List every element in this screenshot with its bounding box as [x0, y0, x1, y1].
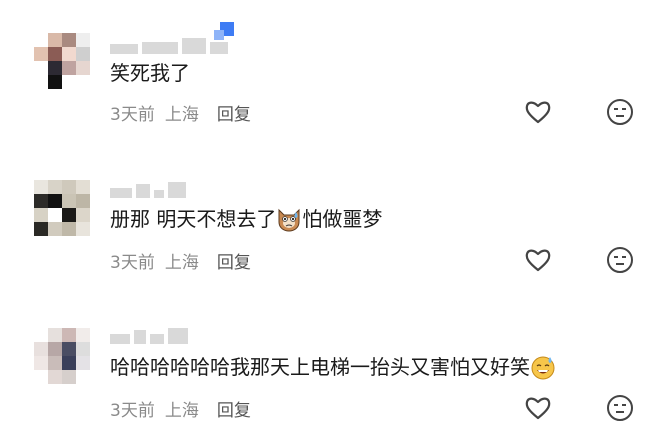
avatar-pixel	[34, 33, 48, 47]
avatar-pixel	[62, 328, 76, 342]
comment-text: 哈哈哈哈哈哈我那天上电梯一抬头又害怕又好笑	[110, 354, 556, 380]
avatar-pixel	[62, 342, 76, 356]
avatar-pixel	[34, 194, 48, 208]
avatar-pixel	[48, 342, 62, 356]
avatar-pixel	[48, 194, 62, 208]
avatar-pixel	[62, 194, 76, 208]
avatar-pixel	[76, 370, 90, 384]
avatar-pixel	[48, 180, 62, 194]
username-redacted[interactable]	[110, 324, 188, 344]
avatar-pixel	[62, 75, 76, 89]
comment-meta: 3天前 上海 回复	[110, 248, 251, 273]
avatar-pixel	[76, 356, 90, 370]
comment-text-part: 册那 明天不想去了	[110, 207, 277, 231]
comment-location: 上海	[164, 401, 199, 421]
avatar-pixel	[76, 47, 90, 61]
comment-location: 上海	[164, 105, 199, 125]
reply-button[interactable]: 回复	[217, 396, 251, 421]
meh-face-icon[interactable]	[606, 394, 634, 422]
reply-button[interactable]: 回复	[217, 100, 251, 125]
avatar-pixel	[62, 208, 76, 222]
avatar-pixel	[76, 75, 90, 89]
avatar[interactable]	[34, 33, 90, 89]
avatar-pixel	[76, 33, 90, 47]
avatar-pixel	[34, 75, 48, 89]
avatar-pixel	[48, 61, 62, 75]
avatar-pixel	[62, 61, 76, 75]
avatar-pixel	[34, 356, 48, 370]
avatar-pixel	[34, 342, 48, 356]
avatar-pixel	[76, 194, 90, 208]
avatar-pixel	[76, 342, 90, 356]
meh-face-icon[interactable]	[606, 98, 634, 126]
avatar-pixel	[34, 208, 48, 222]
comment-text-part: 怕做噩梦	[302, 207, 383, 231]
avatar-pixel	[76, 180, 90, 194]
avatar-pixel	[62, 222, 76, 236]
comment-text: 册那 明天不想去了 怕做噩梦	[110, 206, 382, 232]
avatar-pixel	[34, 180, 48, 194]
avatar[interactable]	[34, 180, 90, 236]
meh-face-icon[interactable]	[606, 246, 634, 274]
avatar-pixel	[48, 33, 62, 47]
avatar-pixel	[62, 370, 76, 384]
avatar-pixel	[62, 33, 76, 47]
avatar-pixel	[62, 356, 76, 370]
crying-cat-emoji-icon	[278, 208, 300, 232]
avatar-pixel	[76, 208, 90, 222]
avatar-pixel	[48, 356, 62, 370]
avatar-pixel	[34, 61, 48, 75]
avatar-pixel	[48, 370, 62, 384]
sweat-smile-emoji-icon	[531, 356, 555, 380]
avatar-pixel	[48, 222, 62, 236]
avatar-pixel	[34, 47, 48, 61]
like-heart-icon[interactable]	[524, 246, 552, 274]
avatar-pixel	[34, 328, 48, 342]
comment-time: 3天前	[110, 253, 155, 273]
comment-meta: 3天前 上海 回复	[110, 396, 251, 421]
avatar-pixel	[62, 180, 76, 194]
like-heart-icon[interactable]	[524, 394, 552, 422]
like-heart-icon[interactable]	[524, 98, 552, 126]
username-redacted[interactable]	[110, 178, 186, 198]
avatar-pixel	[34, 370, 48, 384]
avatar-pixel	[48, 47, 62, 61]
avatar-pixel	[34, 222, 48, 236]
comment-time: 3天前	[110, 401, 155, 421]
avatar-pixel	[48, 328, 62, 342]
comment-text-part: 哈哈哈哈哈哈我那天上电梯一抬头又害怕又好笑	[110, 355, 530, 379]
avatar-pixel	[48, 75, 62, 89]
comment-meta: 3天前 上海 回复	[110, 100, 251, 125]
avatar-pixel	[62, 47, 76, 61]
avatar-pixel	[76, 222, 90, 236]
avatar-pixel	[76, 61, 90, 75]
avatar[interactable]	[34, 328, 90, 384]
username-redacted[interactable]	[110, 34, 228, 54]
comment-time: 3天前	[110, 105, 155, 125]
comment-location: 上海	[164, 253, 199, 273]
avatar-pixel	[76, 328, 90, 342]
verified-badge-icon	[214, 22, 234, 40]
reply-button[interactable]: 回复	[217, 248, 251, 273]
avatar-pixel	[48, 208, 62, 222]
comment-text: 笑死我了	[110, 61, 190, 85]
